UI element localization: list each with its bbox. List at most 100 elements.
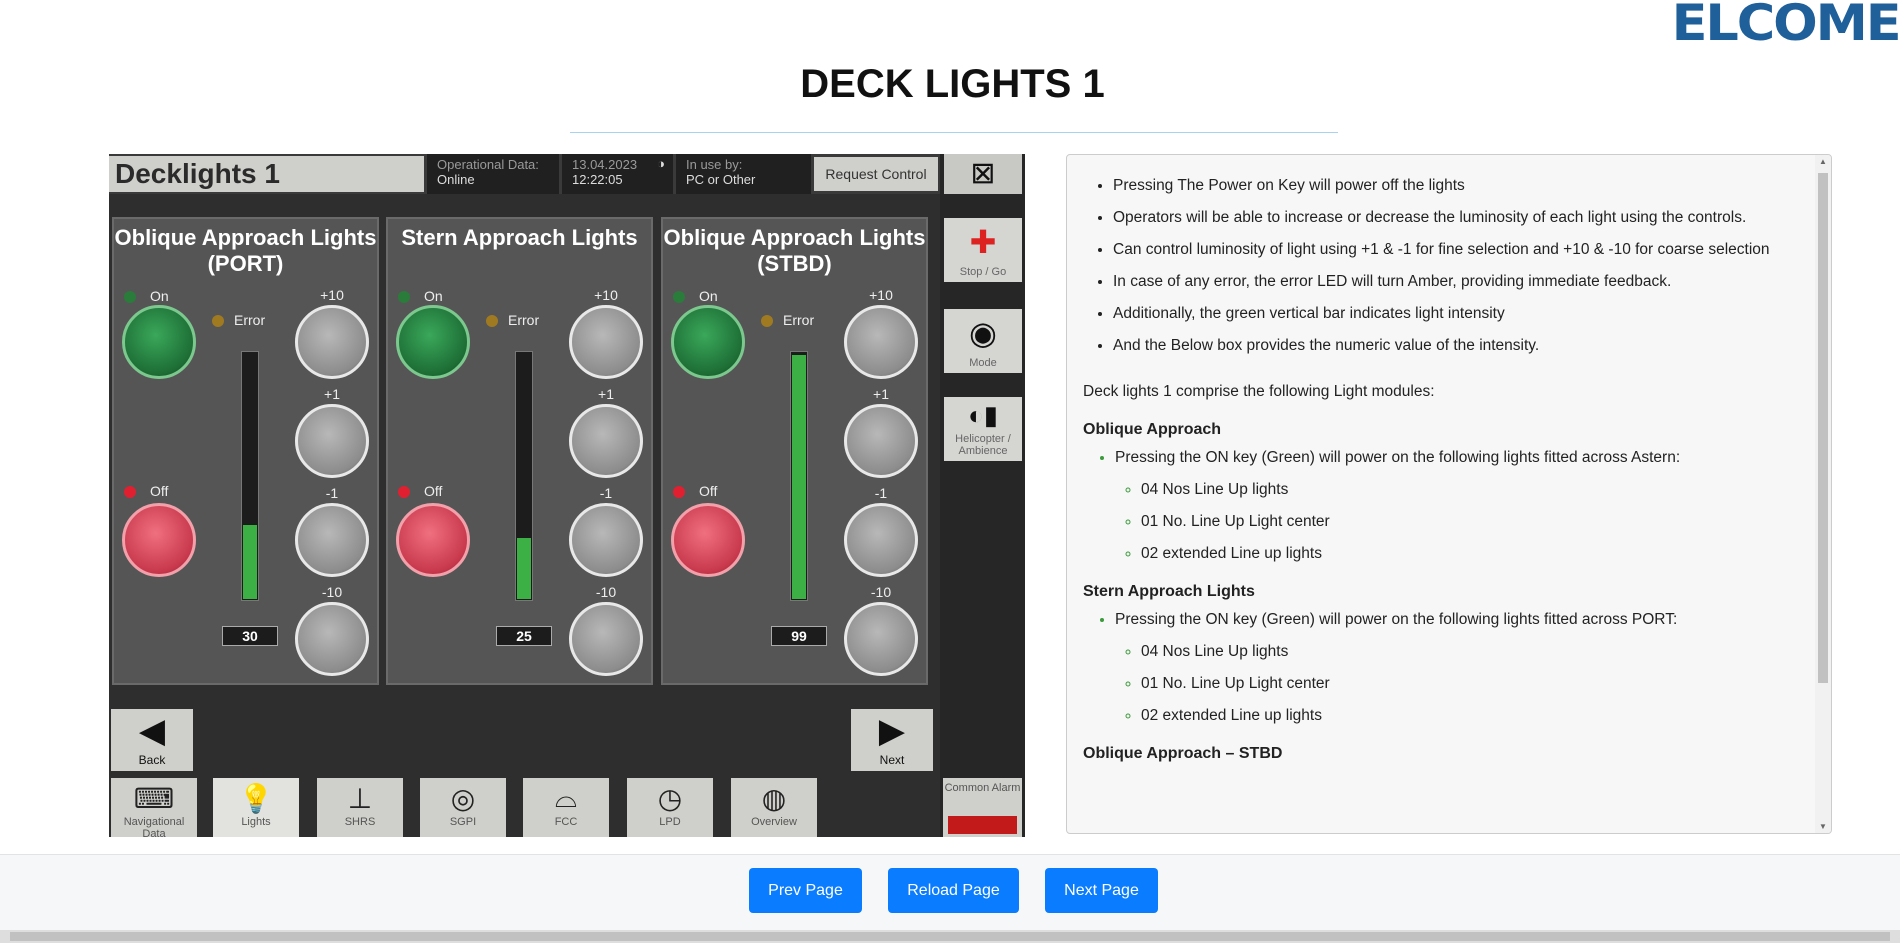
plus1-button[interactable] bbox=[569, 404, 643, 478]
scroll-up-icon[interactable]: ▲ bbox=[1819, 157, 1827, 166]
common-alarm[interactable]: Common Alarm bbox=[943, 778, 1022, 837]
hmi-title: Decklights 1 bbox=[109, 156, 424, 192]
power-on-button[interactable] bbox=[396, 305, 470, 379]
intensity-bar bbox=[515, 351, 533, 601]
off-label: Off bbox=[699, 483, 718, 499]
bottom-label: FCC bbox=[554, 816, 578, 828]
list-item: 01 No. Line Up Light center bbox=[1141, 675, 1801, 693]
intensity-bar bbox=[790, 351, 808, 601]
scroll-down-icon[interactable]: ▼ bbox=[1819, 822, 1827, 831]
power-on-button[interactable] bbox=[671, 305, 745, 379]
next-label: Next bbox=[879, 753, 905, 767]
list-item: Pressing The Power on Key will power off… bbox=[1113, 177, 1801, 195]
bottom-label: Overview bbox=[751, 816, 797, 828]
error-label: Error bbox=[234, 312, 266, 328]
lights-button[interactable]: 💡 Lights bbox=[213, 778, 299, 837]
minus10-button[interactable] bbox=[295, 602, 369, 676]
hmi-side-bar: ⊠ ✚ Stop / Go ◉ Mode ◐▮ Helicopter / Amb… bbox=[940, 154, 1025, 837]
minus1-button[interactable] bbox=[569, 503, 643, 577]
list-item: 04 Nos Line Up lights bbox=[1141, 643, 1801, 661]
plus10-button[interactable] bbox=[569, 305, 643, 379]
sub-list: 04 Nos Line Up lights 01 No. Line Up Lig… bbox=[1083, 643, 1801, 725]
power-off-button[interactable] bbox=[671, 503, 745, 577]
nav-data-button[interactable]: ⌨ Navigational Data bbox=[111, 778, 197, 837]
helicopter-ambience-button[interactable]: ◐▮ Helicopter / Ambience bbox=[944, 397, 1022, 461]
shrs-button[interactable]: ⊥ SHRS bbox=[317, 778, 403, 837]
fcc-button[interactable]: ⌓ FCC bbox=[523, 778, 609, 837]
back-button[interactable]: ◀ Back bbox=[111, 709, 193, 771]
lpd-button[interactable]: ◷ LPD bbox=[627, 778, 713, 837]
plus1-button[interactable] bbox=[295, 404, 369, 478]
elcome-logo: ELCOME bbox=[1671, 0, 1900, 52]
list-item: 04 Nos Line Up lights bbox=[1141, 481, 1801, 499]
panel-oblique-stbd: Oblique Approach Lights (STBD) On Error … bbox=[661, 217, 928, 685]
bottom-label: Navigational Data bbox=[123, 816, 185, 837]
panel-title: Oblique Approach Lights (STBD) bbox=[663, 225, 926, 276]
minus10-button[interactable] bbox=[569, 602, 643, 676]
minus10-button[interactable] bbox=[844, 602, 918, 676]
close-window-icon: ⊠ bbox=[970, 157, 996, 190]
error-led bbox=[486, 315, 498, 327]
power-off-button[interactable] bbox=[122, 503, 196, 577]
minus1-button[interactable] bbox=[844, 503, 918, 577]
time: 12:22:05 bbox=[572, 172, 623, 187]
list-item: 02 extended Line up lights bbox=[1141, 707, 1801, 725]
navigation-icon: ⌨ bbox=[133, 783, 175, 814]
sgpi-icon: ◎ bbox=[450, 783, 476, 814]
plus10-button[interactable] bbox=[844, 305, 918, 379]
intensity-bar bbox=[241, 351, 259, 601]
intensity-value: 99 bbox=[771, 626, 827, 646]
minus1-button[interactable] bbox=[295, 503, 369, 577]
plus10-label: +10 bbox=[594, 287, 618, 303]
info-content: Pressing The Power on Key will power off… bbox=[1067, 155, 1817, 795]
common-alarm-label: Common Alarm bbox=[944, 782, 1021, 794]
request-control-button[interactable]: Request Control bbox=[814, 157, 938, 191]
helicopter-ambience-icon: ◐▮ bbox=[967, 400, 998, 430]
horizontal-scroll-thumb[interactable] bbox=[10, 932, 1890, 941]
prev-page-button[interactable]: Prev Page bbox=[749, 868, 862, 913]
hmi-screen: Decklights 1 Operational Data: Online 13… bbox=[109, 154, 1025, 837]
panel-stern: Stern Approach Lights On Error 25 Off +1… bbox=[386, 217, 653, 685]
section-heading: Oblique Approach – STBD bbox=[1083, 745, 1283, 762]
minus10-label: -10 bbox=[321, 584, 343, 600]
close-screen-button[interactable]: ⊠ bbox=[944, 154, 1022, 194]
bottom-label: SHRS bbox=[344, 816, 376, 828]
page: ELCOME DECK LIGHTS 1 Decklights 1 Operat… bbox=[0, 0, 1900, 943]
contrast-icon[interactable]: ◑ bbox=[657, 156, 665, 171]
heli-label: Helicopter / Ambience bbox=[955, 433, 1011, 457]
plus1-button[interactable] bbox=[844, 404, 918, 478]
list-item: 02 extended Line up lights bbox=[1141, 545, 1801, 563]
reload-page-button[interactable]: Reload Page bbox=[888, 868, 1019, 913]
power-off-button[interactable] bbox=[396, 503, 470, 577]
overview-button[interactable]: ◍ Overview bbox=[731, 778, 817, 837]
on-label: On bbox=[150, 288, 169, 304]
stop-go-icon: ✚ bbox=[969, 224, 997, 260]
arrow-left-icon: ◀ bbox=[138, 712, 166, 750]
stop-go-button[interactable]: ✚ Stop / Go bbox=[944, 218, 1022, 282]
mode-button[interactable]: ◉ Mode bbox=[944, 309, 1022, 373]
sgpi-button[interactable]: ◎ SGPI bbox=[420, 778, 506, 837]
plus10-button[interactable] bbox=[295, 305, 369, 379]
section-heading: Oblique Approach bbox=[1083, 421, 1222, 438]
off-label: Off bbox=[424, 483, 443, 499]
horizontal-scrollbar[interactable] bbox=[0, 930, 1900, 943]
power-on-button[interactable] bbox=[122, 305, 196, 379]
bottom-label: LPD bbox=[659, 816, 681, 828]
intro-text: Deck lights 1 comprise the following Lig… bbox=[1083, 383, 1435, 400]
fcc-icon: ⌓ bbox=[554, 782, 578, 813]
on-led bbox=[124, 291, 136, 303]
next-screen-button[interactable]: ▶ Next bbox=[851, 709, 933, 771]
info-panel[interactable]: Pressing The Power on Key will power off… bbox=[1066, 154, 1832, 834]
scroll-thumb[interactable] bbox=[1818, 173, 1828, 683]
intensity-value: 30 bbox=[222, 626, 278, 646]
datetime: 13.04.2023 12:22:05 ◑ bbox=[562, 154, 673, 194]
list-item: And the Below box provides the numeric v… bbox=[1113, 337, 1801, 355]
off-led bbox=[673, 486, 685, 498]
section-heading: Stern Approach Lights bbox=[1083, 583, 1255, 600]
plus10-label: +10 bbox=[320, 287, 344, 303]
list-item: Can control luminosity of light using +1… bbox=[1113, 241, 1801, 259]
section-list: Pressing the ON key (Green) will power o… bbox=[1083, 611, 1801, 629]
next-page-button[interactable]: Next Page bbox=[1045, 868, 1158, 913]
minus10-label: -10 bbox=[595, 584, 617, 600]
info-scrollbar[interactable]: ▲ ▼ bbox=[1815, 155, 1831, 833]
